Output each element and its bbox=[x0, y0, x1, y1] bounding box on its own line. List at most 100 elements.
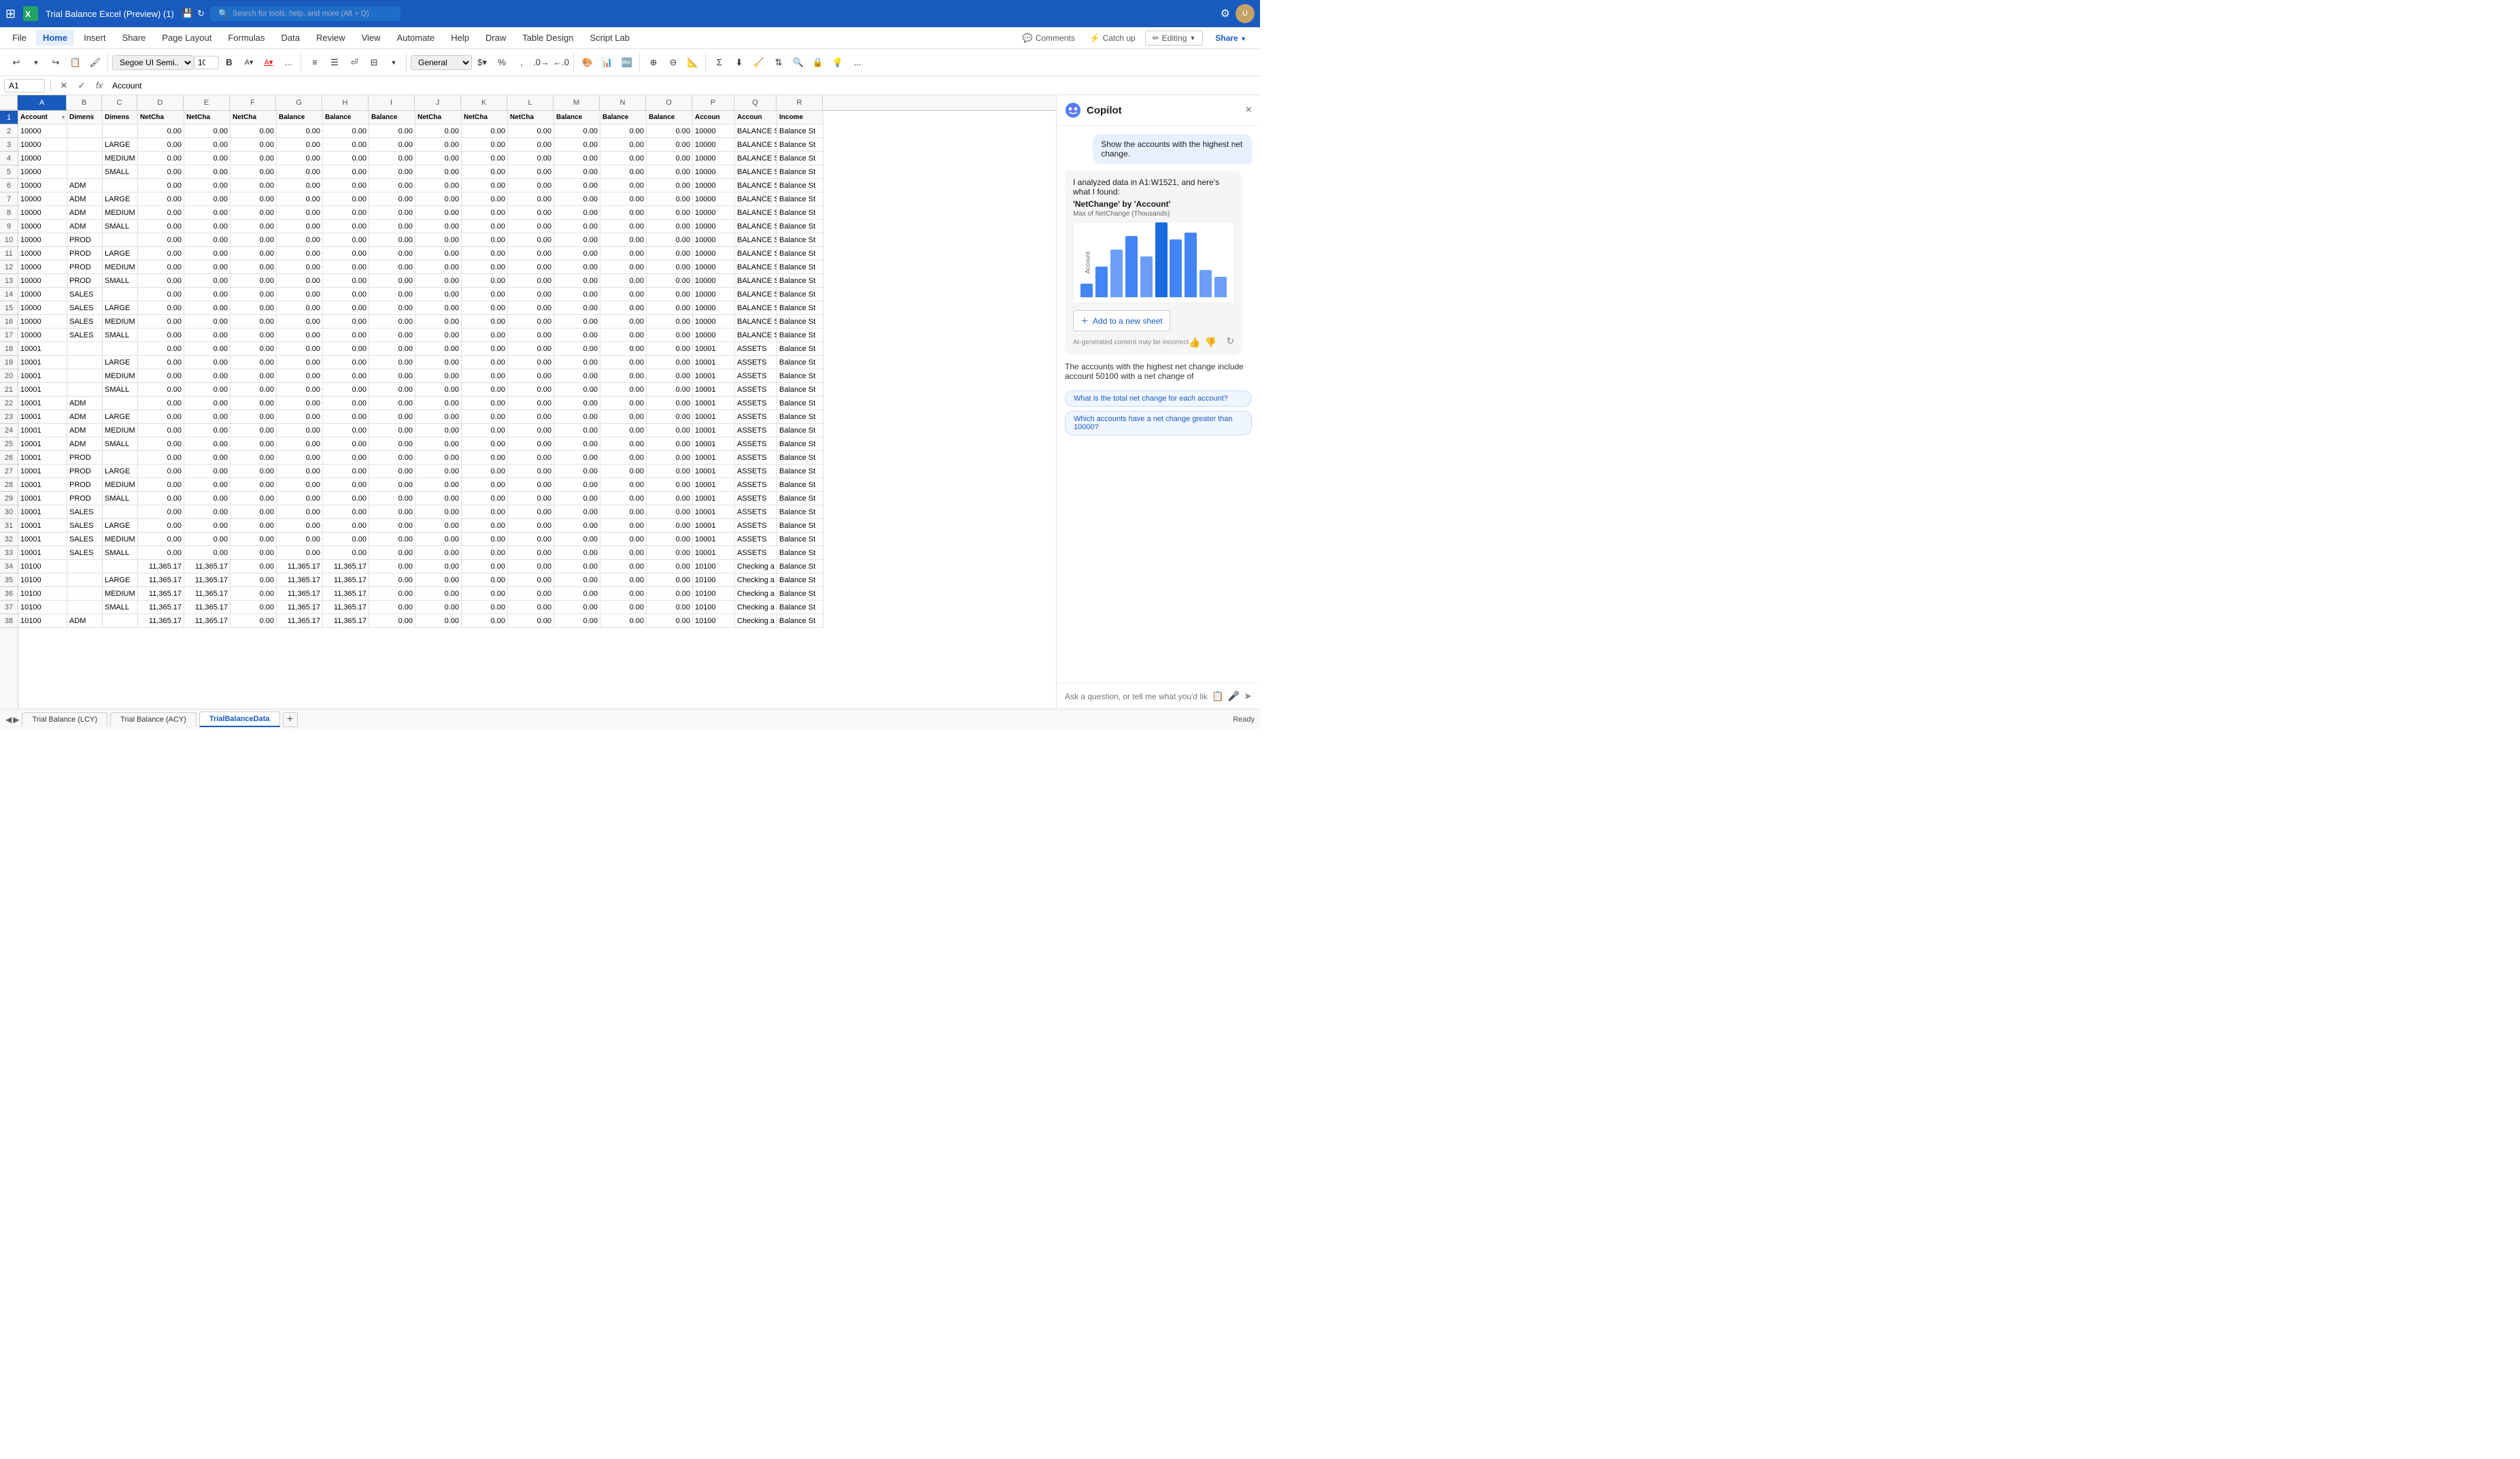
data-cell-r25-c0[interactable]: 10001 bbox=[18, 437, 67, 451]
data-cell-r22-c11[interactable]: 0.00 bbox=[508, 397, 554, 410]
data-cell-r33-c4[interactable]: 0.00 bbox=[184, 546, 231, 560]
row-num-12[interactable]: 12 bbox=[0, 261, 18, 274]
data-cell-r32-c5[interactable]: 0.00 bbox=[231, 533, 277, 546]
data-cell-r20-c16[interactable]: ASSETS bbox=[735, 369, 777, 383]
data-cell-r10-c5[interactable]: 0.00 bbox=[231, 233, 277, 247]
data-cell-r16-c12[interactable]: 0.00 bbox=[554, 315, 600, 329]
data-cell-r3-c15[interactable]: 10000 bbox=[693, 138, 735, 152]
data-cell-r38-c7[interactable]: 11,365.17 bbox=[323, 614, 369, 628]
data-cell-r16-c15[interactable]: 10000 bbox=[693, 315, 735, 329]
data-cell-r15-c1[interactable]: SALES bbox=[67, 301, 103, 315]
col-header-F[interactable]: F bbox=[230, 95, 276, 110]
increase-decimal-button[interactable]: .0→ bbox=[532, 53, 551, 72]
data-cell-r9-c13[interactable]: 0.00 bbox=[600, 220, 647, 233]
col-header-E[interactable]: E bbox=[184, 95, 230, 110]
data-cell-r5-c9[interactable]: 0.00 bbox=[415, 165, 462, 179]
header-cell-4[interactable]: NetCha bbox=[184, 111, 231, 124]
data-cell-r22-c2[interactable] bbox=[103, 397, 138, 410]
data-cell-r33-c11[interactable]: 0.00 bbox=[508, 546, 554, 560]
cell-reference-input[interactable] bbox=[4, 79, 45, 93]
data-cell-r21-c3[interactable]: 0.00 bbox=[138, 383, 184, 397]
data-cell-r12-c7[interactable]: 0.00 bbox=[323, 261, 369, 274]
data-cell-r25-c6[interactable]: 0.00 bbox=[277, 437, 323, 451]
data-cell-r17-c11[interactable]: 0.00 bbox=[508, 329, 554, 342]
confirm-formula-icon[interactable]: ✓ bbox=[74, 78, 89, 93]
data-cell-r26-c15[interactable]: 10001 bbox=[693, 451, 735, 465]
data-cell-r12-c15[interactable]: 10000 bbox=[693, 261, 735, 274]
data-cell-r31-c8[interactable]: 0.00 bbox=[369, 519, 415, 533]
data-cell-r9-c9[interactable]: 0.00 bbox=[415, 220, 462, 233]
data-cell-r24-c6[interactable]: 0.00 bbox=[277, 424, 323, 437]
row-num-21[interactable]: 21 bbox=[0, 383, 18, 397]
data-cell-r17-c15[interactable]: 10000 bbox=[693, 329, 735, 342]
menu-formulas[interactable]: Formulas bbox=[221, 30, 271, 46]
data-cell-r38-c2[interactable] bbox=[103, 614, 138, 628]
data-cell-r28-c14[interactable]: 0.00 bbox=[647, 478, 693, 492]
format-table-button[interactable]: 📊 bbox=[598, 53, 617, 72]
data-cell-r24-c12[interactable]: 0.00 bbox=[554, 424, 600, 437]
data-cell-r28-c12[interactable]: 0.00 bbox=[554, 478, 600, 492]
data-cell-r14-c8[interactable]: 0.00 bbox=[369, 288, 415, 301]
data-cell-r13-c13[interactable]: 0.00 bbox=[600, 274, 647, 288]
data-cell-r8-c2[interactable]: MEDIUM bbox=[103, 206, 138, 220]
header-cell-10[interactable]: NetCha bbox=[462, 111, 508, 124]
data-cell-r31-c6[interactable]: 0.00 bbox=[277, 519, 323, 533]
data-cell-r28-c11[interactable]: 0.00 bbox=[508, 478, 554, 492]
data-cell-r21-c14[interactable]: 0.00 bbox=[647, 383, 693, 397]
more-tools-button[interactable]: ... bbox=[848, 53, 867, 72]
data-cell-r16-c2[interactable]: MEDIUM bbox=[103, 315, 138, 329]
data-cell-r13-c12[interactable]: 0.00 bbox=[554, 274, 600, 288]
data-cell-r32-c17[interactable]: Balance St bbox=[777, 533, 823, 546]
data-cell-r32-c12[interactable]: 0.00 bbox=[554, 533, 600, 546]
autosave-icon[interactable]: 💾 bbox=[182, 8, 193, 19]
data-cell-r3-c5[interactable]: 0.00 bbox=[231, 138, 277, 152]
data-cell-r21-c5[interactable]: 0.00 bbox=[231, 383, 277, 397]
data-cell-r35-c7[interactable]: 11,365.17 bbox=[323, 573, 369, 587]
data-cell-r12-c13[interactable]: 0.00 bbox=[600, 261, 647, 274]
data-cell-r36-c6[interactable]: 11,365.17 bbox=[277, 587, 323, 601]
data-cell-r30-c8[interactable]: 0.00 bbox=[369, 505, 415, 519]
data-cell-r13-c2[interactable]: SMALL bbox=[103, 274, 138, 288]
data-cell-r17-c16[interactable]: BALANCE S bbox=[735, 329, 777, 342]
data-cell-r17-c12[interactable]: 0.00 bbox=[554, 329, 600, 342]
data-cell-r36-c4[interactable]: 11,365.17 bbox=[184, 587, 231, 601]
data-cell-r16-c16[interactable]: BALANCE S bbox=[735, 315, 777, 329]
data-cell-r36-c11[interactable]: 0.00 bbox=[508, 587, 554, 601]
data-cell-r32-c0[interactable]: 10001 bbox=[18, 533, 67, 546]
data-cell-r36-c8[interactable]: 0.00 bbox=[369, 587, 415, 601]
data-cell-r19-c1[interactable] bbox=[67, 356, 103, 369]
data-cell-r25-c8[interactable]: 0.00 bbox=[369, 437, 415, 451]
data-cell-r18-c15[interactable]: 10001 bbox=[693, 342, 735, 356]
data-cell-r10-c8[interactable]: 0.00 bbox=[369, 233, 415, 247]
data-cell-r31-c2[interactable]: LARGE bbox=[103, 519, 138, 533]
row-num-20[interactable]: 20 bbox=[0, 369, 18, 383]
data-cell-r14-c6[interactable]: 0.00 bbox=[277, 288, 323, 301]
more-format-button[interactable]: ... bbox=[279, 53, 298, 72]
col-header-J[interactable]: J bbox=[415, 95, 461, 110]
data-cell-r31-c3[interactable]: 0.00 bbox=[138, 519, 184, 533]
data-cell-r8-c5[interactable]: 0.00 bbox=[231, 206, 277, 220]
data-cell-r5-c0[interactable]: 10000 bbox=[18, 165, 67, 179]
data-cell-r23-c0[interactable]: 10001 bbox=[18, 410, 67, 424]
data-cell-r33-c12[interactable]: 0.00 bbox=[554, 546, 600, 560]
header-cell-2[interactable]: Dimens bbox=[103, 111, 138, 124]
data-cell-r20-c14[interactable]: 0.00 bbox=[647, 369, 693, 383]
header-cell-6[interactable]: Balance bbox=[277, 111, 323, 124]
data-cell-r19-c10[interactable]: 0.00 bbox=[462, 356, 508, 369]
data-cell-r38-c17[interactable]: Balance St bbox=[777, 614, 823, 628]
data-cell-r34-c17[interactable]: Balance St bbox=[777, 560, 823, 573]
data-cell-r5-c5[interactable]: 0.00 bbox=[231, 165, 277, 179]
data-cell-r28-c3[interactable]: 0.00 bbox=[138, 478, 184, 492]
data-cell-r37-c15[interactable]: 10100 bbox=[693, 601, 735, 614]
decrease-decimal-button[interactable]: ←.0 bbox=[551, 53, 571, 72]
data-cell-r17-c0[interactable]: 10000 bbox=[18, 329, 67, 342]
data-cell-r24-c3[interactable]: 0.00 bbox=[138, 424, 184, 437]
data-cell-r12-c11[interactable]: 0.00 bbox=[508, 261, 554, 274]
data-cell-r33-c0[interactable]: 10001 bbox=[18, 546, 67, 560]
data-cell-r11-c15[interactable]: 10000 bbox=[693, 247, 735, 261]
data-cell-r38-c3[interactable]: 11,365.17 bbox=[138, 614, 184, 628]
data-cell-r24-c7[interactable]: 0.00 bbox=[323, 424, 369, 437]
data-cell-r6-c14[interactable]: 0.00 bbox=[647, 179, 693, 192]
data-cell-r6-c8[interactable]: 0.00 bbox=[369, 179, 415, 192]
menu-home[interactable]: Home bbox=[36, 30, 74, 46]
